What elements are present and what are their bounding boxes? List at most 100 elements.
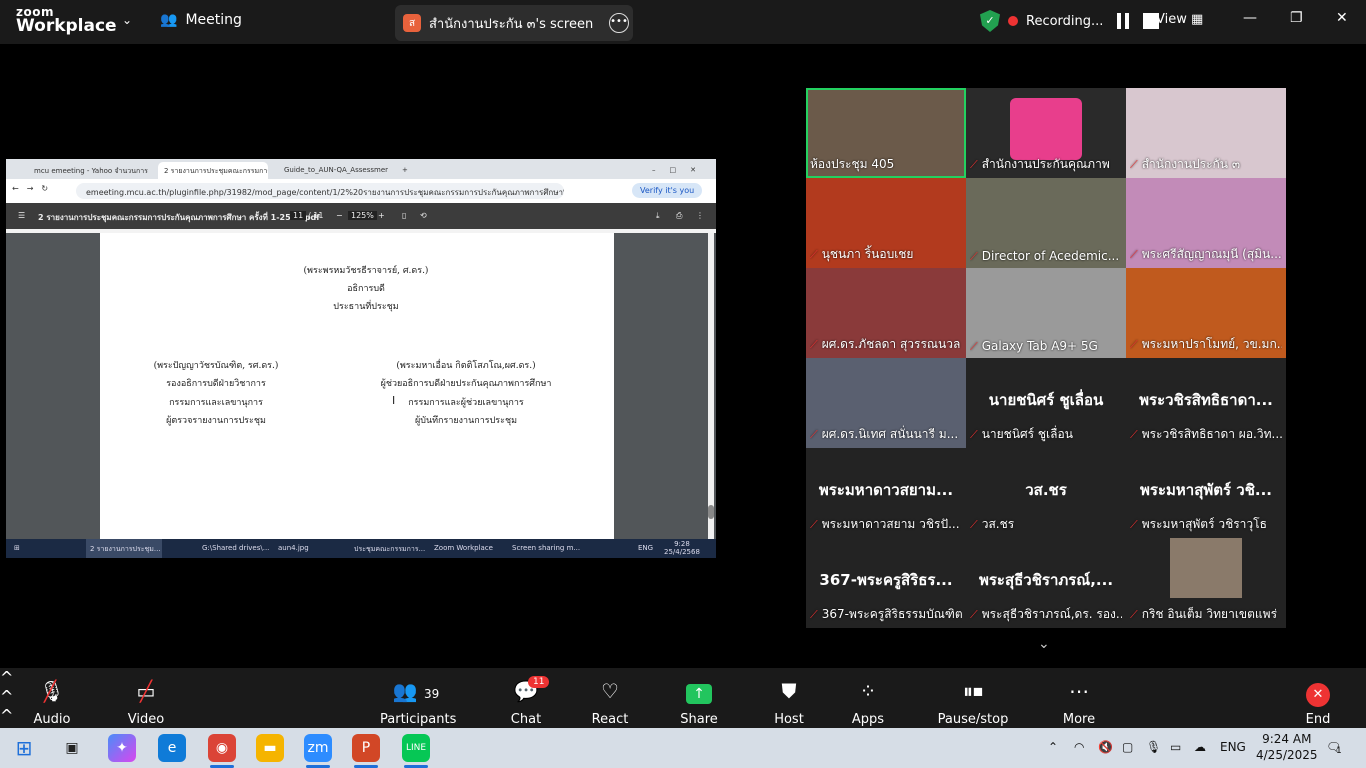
pdf-toolbar: ☰ 2 รายงานการประชุมคณะกรรมการประกันคุณภา…	[6, 203, 716, 229]
close-icon[interactable]: ✕	[1336, 10, 1348, 26]
copilot-icon[interactable]: ✦	[108, 734, 136, 762]
apps-icon: ⁘	[859, 679, 877, 703]
chair-title: อธิการบดี	[347, 284, 385, 294]
windows-start-icon[interactable]: ⊞	[14, 544, 20, 552]
chat-button[interactable]: 💬 11 Chat	[506, 676, 550, 727]
line-app-icon[interactable]: LINE	[402, 734, 430, 768]
remote-task-item[interactable]: Zoom Workplace	[434, 544, 493, 552]
network-icon[interactable]: ☁	[1194, 740, 1206, 754]
chrome-icon[interactable]: ◉	[208, 734, 236, 768]
chat-badge: 11	[528, 676, 550, 688]
remote-task-item[interactable]: G:\Shared drives\...	[202, 544, 269, 552]
print-icon[interactable]: ⎙	[676, 211, 682, 221]
participant-tile[interactable]: ⟋ กริช อินเต็ม วิทยาเขตแพร่	[1126, 538, 1286, 628]
zoom-in-icon[interactable]: +	[378, 211, 385, 220]
participant-tile[interactable]: ห้องประชุม 405	[806, 88, 966, 178]
participant-tile[interactable]: พระมหาสุพัตร์ วชิ... ⟋ พระมหาสุพัตร์ วชิรา…	[1126, 448, 1286, 538]
download-icon[interactable]: ⤓	[656, 211, 660, 221]
browser-tab-active[interactable]: 2 รายงานการประชุมคณะกรรมการประ	[158, 162, 268, 179]
mic-muted-icon: ⟋	[970, 518, 978, 531]
pause-recording-icon[interactable]	[1117, 13, 1130, 29]
participant-tile[interactable]: พระวชิรสิทธิธาดา... ⟋ พระวชิรสิทธิธาดา ผอ.…	[1126, 358, 1286, 448]
browser-window-controls[interactable]: –□✕	[646, 162, 706, 179]
participant-tile[interactable]: 367-พระครูสิริธร... ⟋ 367-พระครูสิริธรรมบั…	[806, 538, 966, 628]
mic-muted-icon: ⟋	[1130, 608, 1138, 621]
screen-share-indicator[interactable]: ส สำนักงานประกัน ๓'s screen •••	[395, 5, 633, 41]
participant-tile[interactable]: ⟋ สำนักงานประกัน ๓	[1126, 88, 1286, 178]
remote-task-item[interactable]: aun4.jpg	[278, 544, 309, 552]
minimize-icon[interactable]: —	[1243, 10, 1257, 26]
participant-tile[interactable]: วส.ชร ⟋ วส.ชร	[966, 448, 1126, 538]
screen-icon[interactable]: ▭	[1170, 740, 1181, 754]
recording-indicator: ✓ Recording...	[980, 10, 1160, 32]
share-button[interactable]: ↑ Share	[676, 678, 722, 727]
new-tab-icon[interactable]: +	[396, 162, 410, 179]
more-button[interactable]: ⋯ More	[1058, 678, 1100, 727]
participant-tile[interactable]: พระสุธีวชิราภรณ์,... ⟋ พระสุธีวชิราภรณ์,ดร…	[966, 538, 1126, 628]
participant-name-label: ห้องประชุม 405	[810, 155, 962, 174]
participant-name: 367-พระครูสิริธรรมบัณฑิต	[821, 607, 962, 621]
file-explorer-icon[interactable]: ▬	[256, 734, 284, 762]
browser-tab[interactable]: mcu emeeting - Yahoo จำนวนการค้น	[28, 162, 148, 179]
participant-tile[interactable]: ⟋ พระมหาปราโมทย์, วข.มก...	[1126, 268, 1286, 358]
view-button[interactable]: View ▦	[1156, 12, 1203, 27]
video-button[interactable]: ▭ ╱ Video	[124, 678, 168, 727]
participant-tile[interactable]: ⟋ ผศ.ดร.ภัชลดา สุวรรณนวล	[806, 268, 966, 358]
camera-icon[interactable]: ▢	[1122, 740, 1133, 754]
apps-button[interactable]: ⁘ Apps	[848, 678, 888, 727]
mic-muted-icon: ⟋	[1130, 338, 1138, 351]
zoom-window: zoom Workplace ⌄ 👥 Meeting ส สำนักงานประ…	[0, 0, 1366, 768]
more-vert-icon[interactable]: ⋮	[696, 211, 704, 220]
tray-overflow-icon[interactable]: ⌃	[1048, 740, 1058, 754]
rotate-icon[interactable]: ⟲	[420, 211, 427, 220]
mic-muted-icon: ⟋	[1130, 158, 1138, 171]
more-options-icon[interactable]: •••	[609, 13, 629, 33]
restore-icon[interactable]: ❐	[1290, 10, 1303, 26]
zoom-out-icon[interactable]: −	[336, 211, 343, 220]
volume-muted-icon[interactable]: 🔇	[1098, 740, 1113, 754]
wifi-icon[interactable]: ◠	[1074, 740, 1084, 754]
menu-icon[interactable]: ☰	[18, 211, 25, 220]
address-bar[interactable]: emeeting.mcu.ac.th/pluginfile.php/31982/…	[76, 183, 564, 199]
notification-icon[interactable]: 🗨 1	[1326, 740, 1342, 756]
participant-tile[interactable]: ⟋ Director of Acedemic...	[966, 178, 1126, 268]
end-button[interactable]: ✕ End	[1298, 678, 1338, 727]
react-button[interactable]: ♡ React	[588, 678, 632, 727]
task-view-icon[interactable]: ▣	[58, 734, 86, 762]
participant-tile[interactable]: ⟋ พระศรีสัญญาณมุนี (สุมิน...	[1126, 178, 1286, 268]
pdf-zoom-input[interactable]: 125%	[348, 211, 377, 220]
windows-start-icon[interactable]: ⊞	[10, 734, 38, 762]
browser-tab[interactable]: Guide_to_AUN-QA_Assessment...	[278, 162, 388, 179]
verify-button[interactable]: Verify it's you	[632, 183, 703, 198]
participant-tile[interactable]: ⟋ Galaxy Tab A9+ 5G	[966, 268, 1126, 358]
participants-button[interactable]: 👥 39 Participants	[380, 678, 456, 727]
remote-task-item[interactable]: 2 รายงานการประชุม...	[86, 539, 162, 558]
chevron-down-icon[interactable]: ⌄	[122, 13, 132, 27]
participant-tile[interactable]: นายชนิศร์ ชูเลื่อน ⟋ นายชนิศร์ ชูเลื่อน	[966, 358, 1126, 448]
edge-icon[interactable]: e	[158, 734, 186, 762]
pdf-scrollbar[interactable]	[708, 233, 714, 539]
participant-tile[interactable]: ⟋ สำนักงานประกันคุณภาพ	[966, 88, 1126, 178]
remote-task-item[interactable]: ประชุมคณะกรรมการ...	[354, 544, 425, 555]
chevron-down-icon[interactable]: ⌄	[1038, 636, 1050, 652]
participant-tile[interactable]: พระมหาดาวสยาม... ⟋ พระมหาดาวสยาม วชิรปั...	[806, 448, 966, 538]
zoom-app-icon[interactable]: zm	[304, 734, 332, 768]
remote-task-item[interactable]: Screen sharing m...	[512, 544, 580, 552]
page-number-input[interactable]: 11	[290, 211, 307, 220]
system-clock[interactable]: 9:24 AM 4/25/2025	[1256, 731, 1318, 763]
meeting-info-button[interactable]: 👥 Meeting	[160, 12, 242, 28]
nav-arrows-icon[interactable]: ←→↻	[12, 184, 56, 193]
participant-tile[interactable]: ⟋ นุชนภา ริ้นอบเชย	[806, 178, 966, 268]
audio-button[interactable]: 🎙 ╱ Audio	[30, 678, 74, 727]
participant-name-label: ⟋ พระมหาปราโมทย์, วข.มก...	[1130, 335, 1282, 354]
pdf-filename: 2 รายงานการประชุมคณะกรรมการประกันคุณภาพก…	[38, 213, 320, 222]
participant-name-label: ⟋ ผศ.ดร.ภัชลดา สุวรรณนวล	[810, 335, 962, 354]
fit-page-icon[interactable]: ▯	[402, 211, 406, 220]
language-indicator[interactable]: ENG	[1220, 740, 1246, 754]
participant-name-label: ⟋ Director of Acedemic...	[970, 249, 1122, 264]
encryption-shield-icon[interactable]: ✓	[980, 10, 1000, 32]
participant-tile[interactable]: ⟋ ผศ.ดร.นิเทศ สนั่นนารี ม...	[806, 358, 966, 448]
scroll-thumb[interactable]	[708, 505, 714, 519]
powerpoint-icon[interactable]: P	[352, 734, 380, 768]
mic-icon[interactable]: 🎙	[1146, 740, 1161, 754]
